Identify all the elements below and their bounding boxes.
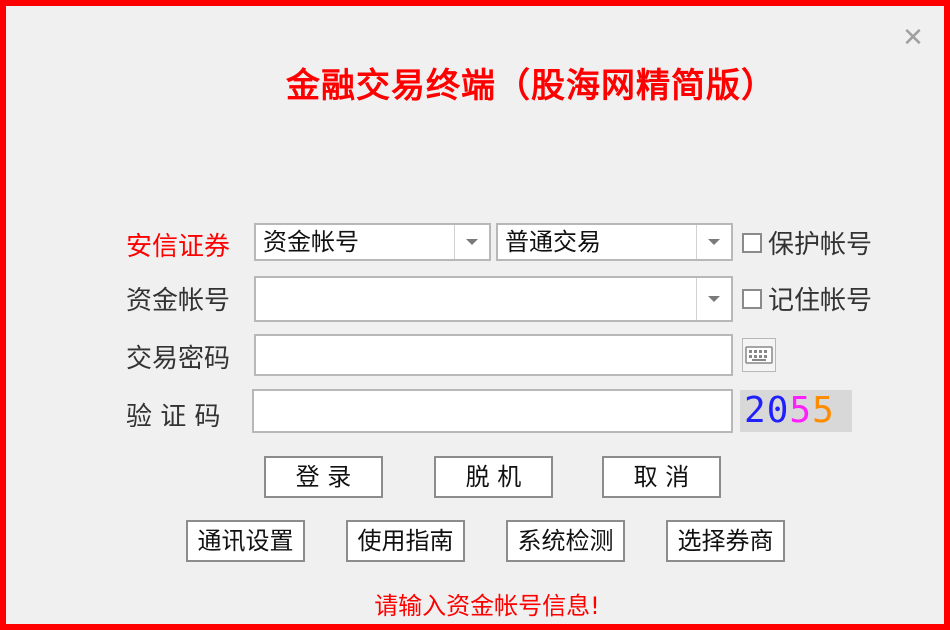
captcha-digit: 5 — [812, 390, 835, 431]
login-button[interactable]: 登 录 — [264, 456, 383, 498]
account-label: 资金帐号 — [126, 286, 231, 316]
password-label: 交易密码 — [126, 344, 231, 374]
checkbox-box[interactable] — [742, 232, 762, 253]
account-combo[interactable] — [254, 276, 733, 322]
status-message: 请输入资金帐号信息! — [374, 592, 600, 620]
captcha-image[interactable]: 2055 — [740, 390, 852, 432]
user-guide-button[interactable]: 使用指南 — [346, 520, 465, 562]
captcha-label: 验 证 码 — [126, 402, 221, 432]
chevron-down-icon[interactable] — [454, 225, 489, 259]
trade-type-value: 普通交易 — [505, 228, 601, 256]
captcha-digit: 0 — [766, 390, 790, 431]
account-type-value: 资金帐号 — [263, 228, 359, 256]
protect-account-checkbox[interactable]: 保护帐号 — [742, 224, 872, 261]
chevron-down-icon[interactable] — [696, 278, 731, 320]
close-icon[interactable]: ✕ — [899, 24, 927, 52]
trade-type-select[interactable]: 普通交易 — [496, 223, 733, 261]
remember-account-checkbox[interactable]: 记住帐号 — [742, 280, 872, 317]
checkbox-box[interactable] — [742, 288, 762, 309]
remember-account-label: 记住帐号 — [768, 286, 873, 316]
chevron-down-icon[interactable] — [696, 225, 731, 259]
broker-label: 安信证券 — [126, 232, 231, 262]
window-title: 金融交易终端（股海网精简版） — [286, 66, 776, 106]
captcha-input[interactable] — [252, 389, 733, 433]
password-input[interactable] — [254, 334, 733, 376]
account-type-select[interactable]: 资金帐号 — [254, 223, 491, 261]
cancel-button[interactable]: 取 消 — [602, 456, 721, 498]
choose-broker-button[interactable]: 选择券商 — [666, 520, 785, 562]
system-check-button[interactable]: 系统检测 — [506, 520, 625, 562]
comm-settings-button[interactable]: 通讯设置 — [186, 520, 305, 562]
captcha-digit: 2 — [744, 390, 767, 431]
offline-button[interactable]: 脱 机 — [434, 456, 553, 498]
soft-keyboard-icon[interactable] — [742, 338, 776, 372]
login-window: ✕ 金融交易终端（股海网精简版） 安信证券 资金帐号 普通交易 保护帐号 资金帐… — [0, 0, 950, 630]
captcha-digit: 5 — [789, 390, 813, 431]
protect-account-label: 保护帐号 — [768, 230, 873, 260]
